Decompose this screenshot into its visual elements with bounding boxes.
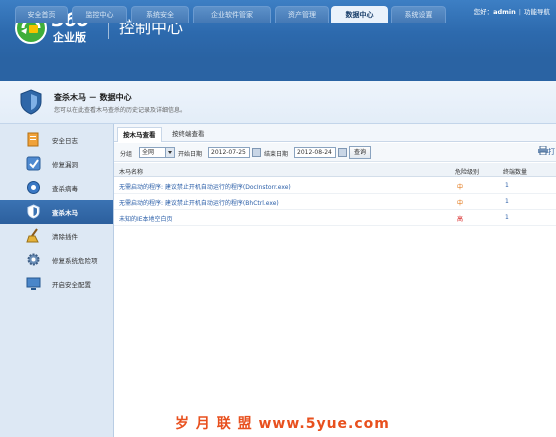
end-date-input[interactable]: 2012-08-24 — [294, 147, 336, 158]
greeting-label: 您好： — [473, 8, 494, 16]
table-header: 木马名称 危险级别 终端数量 — [114, 163, 556, 177]
gear-icon — [27, 253, 40, 266]
table-row: 无需启动的程序: 建议禁止开机自动运行的程序(DocInstorr.exe) 中… — [114, 178, 556, 194]
filter-bar: 分组 全网 开始日期 2012-07-25 结束日期 2012-08-24 查询 — [114, 143, 556, 162]
tab-monitor-center[interactable]: 监控中心 — [72, 6, 127, 23]
group-select[interactable]: 全网 — [139, 147, 175, 158]
trojan-name-link[interactable]: 无需启动的程序: 建议禁止开机自动运行的程序(BhCtrl.exe) — [119, 198, 279, 207]
calendar-icon[interactable] — [252, 148, 261, 157]
sidebar-item-scan-trojan[interactable]: 查杀木马 — [0, 200, 113, 224]
terminal-count-link[interactable]: 1 — [505, 182, 509, 189]
start-date-input[interactable]: 2012-07-25 — [208, 147, 250, 158]
sidebar-item-security-config[interactable]: 开启安全配置 — [0, 272, 113, 296]
sidebar-item-label: 修复系统危险项 — [52, 257, 98, 265]
tab-by-terminal[interactable]: 按终端查看 — [167, 127, 210, 142]
sidebar-item-label: 查杀木马 — [52, 209, 78, 217]
column-header-level: 危险级别 — [455, 169, 480, 176]
user-bar: 您好：admin | 功能导航 — [474, 6, 550, 16]
calendar-icon[interactable] — [338, 148, 347, 157]
brand-edition: 企业版 — [53, 31, 86, 44]
column-header-name: 木马名称 — [119, 169, 144, 176]
username-link[interactable]: admin — [493, 8, 516, 16]
tab-software-manager[interactable]: 企业软件管家 — [193, 6, 271, 23]
sidebar-item-fix-system-risks[interactable]: 修复系统危险项 — [0, 248, 113, 272]
broom-icon — [26, 228, 39, 243]
sidebar-item-security-log[interactable]: 安全日志 — [0, 128, 113, 152]
start-date-label: 开始日期 — [178, 151, 203, 158]
table-row: 未知的IE本地空白页 高 1 — [114, 210, 556, 226]
chevron-down-icon — [165, 148, 174, 157]
sidebar-item-label: 开启安全配置 — [52, 281, 91, 289]
printer-icon — [538, 145, 548, 156]
tab-system-security[interactable]: 系统安全 — [131, 6, 189, 23]
print-button[interactable]: 打 — [538, 145, 555, 157]
sidebar-item-fix-vulnerability[interactable]: 修复漏洞 — [0, 152, 113, 176]
sidebar-item-label: 查杀病毒 — [52, 185, 78, 193]
sidebar: 安全日志 修复漏洞 查杀病毒 查杀木马 清除插件 修复系统危险项 开启安全配置 — [0, 124, 114, 437]
patch-icon — [26, 156, 41, 171]
risk-level: 高 — [457, 216, 464, 223]
sidebar-item-label: 安全日志 — [52, 137, 78, 145]
tab-by-trojan[interactable]: 按木马查看 — [117, 127, 162, 142]
monitor-icon — [26, 277, 41, 290]
page-subtitle: 您可以在此查看木马查杀的历史记录及详细信息。 — [54, 107, 187, 114]
trojan-name-link[interactable]: 无需启动的程序: 建议禁止开机自动运行的程序(DocInstorr.exe) — [119, 182, 291, 191]
column-header-count: 终端数量 — [503, 169, 528, 176]
tab-data-center[interactable]: 数据中心 — [331, 6, 388, 23]
nav-menu-link[interactable]: 功能导航 — [524, 8, 550, 16]
tab-security-home[interactable]: 安全首页 — [15, 6, 68, 23]
table-row: 无需启动的程序: 建议禁止开机自动运行的程序(BhCtrl.exe) 中 1 — [114, 194, 556, 210]
trojan-name-link[interactable]: 未知的IE本地空白页 — [119, 214, 173, 223]
shield-icon — [20, 89, 42, 115]
sidebar-item-scan-virus[interactable]: 查杀病毒 — [0, 176, 113, 200]
sidebar-item-label: 清除插件 — [52, 233, 78, 241]
group-select-value: 全网 — [142, 149, 155, 156]
risk-level: 中 — [457, 184, 464, 191]
shield-icon — [27, 204, 40, 219]
terminal-count-link[interactable]: 1 — [505, 214, 509, 221]
log-book-icon — [27, 132, 39, 147]
print-label: 打 — [548, 148, 555, 156]
tab-asset-management[interactable]: 资产管理 — [275, 6, 329, 23]
terminal-count-link[interactable]: 1 — [505, 198, 509, 205]
group-label: 分组 — [120, 151, 133, 158]
view-subtabs: 按木马查看 按终端查看 — [114, 124, 556, 142]
user-bar-separator: | — [518, 8, 521, 16]
sidebar-item-clean-plugins[interactable]: 清除插件 — [0, 224, 113, 248]
end-date-label: 结束日期 — [264, 151, 289, 158]
virus-scan-icon — [27, 181, 40, 194]
query-button[interactable]: 查询 — [349, 146, 372, 159]
sidebar-item-label: 修复漏洞 — [52, 161, 78, 169]
watermark-text: 岁 月 联 盟 www.5yue.com — [175, 416, 390, 432]
risk-level: 中 — [457, 200, 464, 207]
main-tabbar — [0, 58, 556, 81]
page-title: 查杀木马 － 数据中心 — [54, 93, 132, 102]
tab-system-settings[interactable]: 系统设置 — [391, 6, 446, 23]
